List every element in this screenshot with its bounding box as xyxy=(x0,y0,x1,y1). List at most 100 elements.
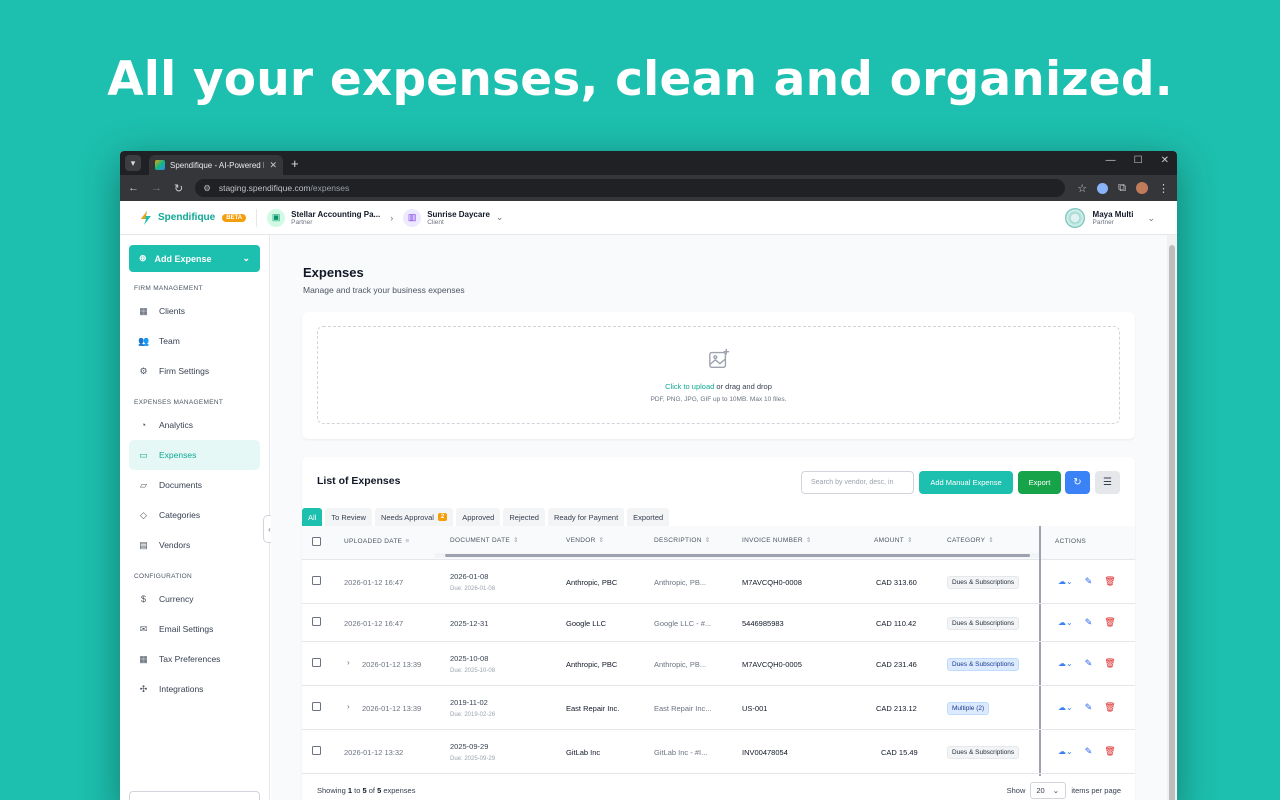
table-row[interactable]: 2026-01-12 16:47 2025-12-31 Google LLC G… xyxy=(302,604,1135,642)
tab-rejected[interactable]: Rejected xyxy=(503,508,545,526)
close-window-icon[interactable]: ✕ xyxy=(1161,155,1169,166)
sidebar-item-currency[interactable]: $ Currency xyxy=(129,584,260,614)
trash-icon[interactable]: 🗑 xyxy=(1104,702,1115,713)
edit-icon[interactable]: ✎ xyxy=(1085,702,1093,713)
sidebar-item-documents[interactable]: ▱ Documents xyxy=(129,470,260,500)
tab-exported[interactable]: Exported xyxy=(627,508,670,526)
row-checkbox[interactable] xyxy=(312,658,321,667)
close-tab-icon[interactable]: ✕ xyxy=(269,160,277,171)
client-selector[interactable]: ▥ Sunrise Daycare Client ⌄ xyxy=(403,208,503,227)
col-uploaded-date[interactable]: UPLOADED DATE ≡ xyxy=(344,538,409,545)
extension-icon[interactable] xyxy=(1097,182,1109,194)
sidebar-item-analytics[interactable]: ◔ Analytics xyxy=(129,410,260,440)
client-building-icon: ▥ xyxy=(403,208,422,227)
category-badge[interactable]: Dues & Subscriptions xyxy=(947,576,1020,589)
upload-cloud-icon[interactable]: ☁⌄ xyxy=(1058,659,1073,668)
site-info-icon[interactable]: ⚙ xyxy=(203,183,211,194)
app-logo[interactable]: Spendifique BETA xyxy=(138,210,247,226)
horizontal-scrollbar[interactable] xyxy=(435,553,1041,558)
click-to-upload-link[interactable]: Click to upload xyxy=(665,382,714,391)
forward-icon[interactable]: → xyxy=(151,182,162,194)
sidebar-item-clients[interactable]: ▦ Clients xyxy=(129,296,260,326)
url-field[interactable]: ⚙ staging.spendifique.com/expenses xyxy=(195,179,1066,197)
sidebar-item-email-settings[interactable]: ✉ Email Settings xyxy=(129,614,260,644)
browser-menu-icon[interactable]: ⋮ xyxy=(1158,182,1169,195)
expand-row-icon[interactable]: › xyxy=(347,658,350,667)
scroll-thumb[interactable] xyxy=(1169,245,1175,800)
minimize-icon[interactable]: — xyxy=(1106,155,1116,166)
add-manual-expense-button[interactable]: Add Manual Expense xyxy=(919,471,1013,494)
tab-all[interactable]: All xyxy=(302,508,323,526)
trash-icon[interactable]: 🗑 xyxy=(1104,746,1115,757)
category-badge[interactable]: Multiple (2) xyxy=(947,702,990,715)
edit-icon[interactable]: ✎ xyxy=(1085,746,1093,757)
sidebar-item-vendors[interactable]: ▤ Vendors xyxy=(129,530,260,560)
tab-to-review[interactable]: To Review xyxy=(325,508,372,526)
trash-icon[interactable]: 🗑 xyxy=(1104,576,1115,587)
trash-icon[interactable]: 🗑 xyxy=(1104,658,1115,669)
browser-tab[interactable]: Spendifique - AI-Powered Busi ✕ xyxy=(149,155,283,175)
sidebar-item-firm-settings[interactable]: ⚙ Firm Settings xyxy=(129,356,260,386)
tab-approved[interactable]: Approved xyxy=(456,508,501,526)
profile-avatar[interactable] xyxy=(1136,182,1148,194)
tab-list-button[interactable]: ▾ xyxy=(125,155,141,171)
sidebar-item-team[interactable]: 👥 Team xyxy=(129,326,260,356)
back-icon[interactable]: ← xyxy=(128,182,139,194)
page-title: Expenses xyxy=(303,265,364,280)
trash-icon[interactable]: 🗑 xyxy=(1104,617,1115,628)
edit-icon[interactable]: ✎ xyxy=(1085,658,1093,669)
select-all-checkbox[interactable] xyxy=(312,537,321,546)
tab-needs-approval[interactable]: Needs Approval 2 xyxy=(374,508,454,526)
sidebar-bottom-card[interactable] xyxy=(129,791,260,800)
add-expense-button[interactable]: ⊕ Add Expense ⌄ xyxy=(129,245,260,272)
row-checkbox[interactable] xyxy=(312,702,321,711)
edit-icon[interactable]: ✎ xyxy=(1085,576,1093,587)
firm-selector[interactable]: ▣ Stellar Accounting Pa... Partner xyxy=(267,208,380,227)
category-badge[interactable]: Dues & Subscriptions xyxy=(947,746,1020,759)
tab-ready-for-payment[interactable]: Ready for Payment xyxy=(547,508,625,526)
row-checkbox[interactable] xyxy=(312,617,321,626)
sidebar-item-expenses[interactable]: ▭ Expenses xyxy=(129,440,260,470)
upload-dropzone[interactable]: Click to upload or drag and drop PDF, PN… xyxy=(317,326,1120,424)
table-row[interactable]: 2026-01-12 16:47 2026-01-08 Due: 2026-01… xyxy=(302,560,1135,604)
col-document-date[interactable]: DOCUMENT DATE ⇕ xyxy=(450,536,519,544)
column-settings-button[interactable]: ☰ xyxy=(1095,471,1120,494)
sidebar-item-categories[interactable]: ◇ Categories xyxy=(129,500,260,530)
document-date: 2026-01-08 xyxy=(450,572,489,581)
sidebar-item-integrations[interactable]: ✣ Integrations xyxy=(129,674,260,704)
search-input[interactable]: Search by vendor, desc, in xyxy=(801,471,914,494)
maximize-icon[interactable]: ☐ xyxy=(1134,155,1143,166)
category-badge[interactable]: Dues & Subscriptions xyxy=(947,617,1020,630)
upload-cloud-icon[interactable]: ☁⌄ xyxy=(1058,703,1073,712)
column-label: UPLOADED DATE xyxy=(344,538,403,545)
extensions-puzzle-icon[interactable]: ⧉ xyxy=(1118,182,1126,195)
description: GitLab Inc - #I... xyxy=(654,748,708,757)
page-size-select[interactable]: 20 ⌄ xyxy=(1030,782,1067,799)
page-scrollbar[interactable] xyxy=(1167,235,1177,800)
scroll-thumb[interactable] xyxy=(445,554,1030,557)
edit-icon[interactable]: ✎ xyxy=(1085,617,1093,628)
col-amount[interactable]: AMOUNT ⇕ xyxy=(874,536,913,544)
sidebar-item-tax-preferences[interactable]: ▦ Tax Preferences xyxy=(129,644,260,674)
table-row[interactable]: 2026-01-12 13:32 2025-09-29 Due: 2025-09… xyxy=(302,730,1135,774)
row-checkbox[interactable] xyxy=(312,746,321,755)
col-invoice-number[interactable]: INVOICE NUMBER ⇕ xyxy=(742,536,812,544)
refresh-button[interactable]: ↻ xyxy=(1065,471,1090,494)
col-description[interactable]: DESCRIPTION ⇕ xyxy=(654,536,710,544)
chevron-down-icon[interactable]: ⌄ xyxy=(242,253,250,264)
row-checkbox[interactable] xyxy=(312,576,321,585)
user-menu[interactable]: Maya Multi Partner ⌄ xyxy=(1064,208,1155,228)
bookmark-star-icon[interactable]: ☆ xyxy=(1077,182,1087,195)
table-row[interactable]: › 2026-01-12 13:39 2025-10-08 Due: 2025-… xyxy=(302,642,1135,686)
upload-cloud-icon[interactable]: ☁⌄ xyxy=(1058,577,1073,586)
export-button[interactable]: Export xyxy=(1018,471,1061,494)
expand-row-icon[interactable]: › xyxy=(347,702,350,711)
category-badge[interactable]: Dues & Subscriptions xyxy=(947,658,1020,671)
new-tab-icon[interactable]: + xyxy=(291,156,299,171)
col-vendor[interactable]: VENDOR ⇕ xyxy=(566,536,604,544)
upload-cloud-icon[interactable]: ☁⌄ xyxy=(1058,747,1073,756)
reload-icon[interactable]: ↻ xyxy=(174,182,183,195)
table-row[interactable]: › 2026-01-12 13:39 2019-11-02 Due: 2019-… xyxy=(302,686,1135,730)
col-category[interactable]: CATEGORY ⇕ xyxy=(947,536,994,544)
upload-cloud-icon[interactable]: ☁⌄ xyxy=(1058,618,1073,627)
